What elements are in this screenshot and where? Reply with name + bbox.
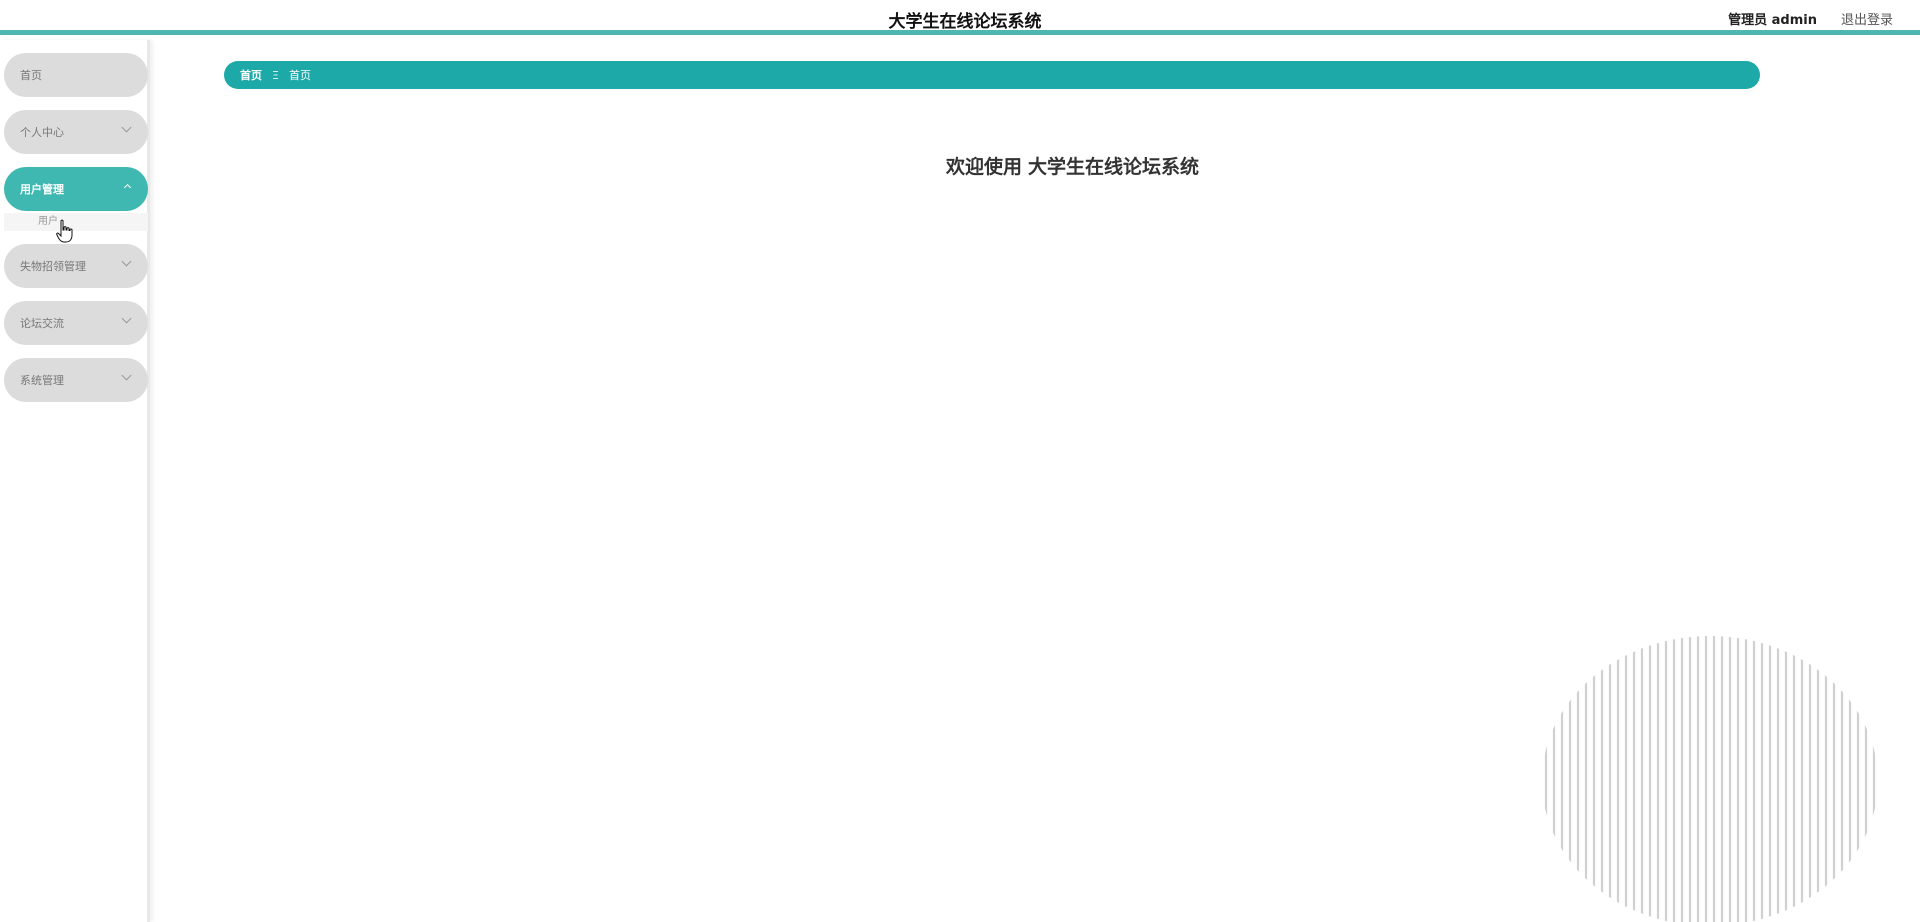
sidebar-item-lost-found[interactable]: 失物招领管理: [4, 244, 148, 288]
chevron-down-icon: [121, 256, 132, 267]
welcome-message: 欢迎使用 大学生在线论坛系统: [150, 152, 1920, 179]
breadcrumb-current: 首页: [288, 69, 311, 82]
hand-pointer-icon: [56, 219, 73, 243]
submenu-item-label: 用户: [38, 216, 58, 227]
header-actions: 管理员 admin 退出登录: [1728, 9, 1893, 28]
decorative-striped-circle: [1544, 636, 1876, 922]
breadcrumb: 首页 Ξ 首页: [224, 61, 1760, 89]
sidebar: 首页 个人中心 用户管理 用户 失物招领管理 论坛交流 系统管理: [0, 40, 150, 922]
breadcrumb-separator-icon: Ξ: [272, 68, 279, 82]
sidebar-item-user-management[interactable]: 用户管理: [4, 167, 148, 211]
top-header: 大学生在线论坛系统 管理员 admin 退出登录: [0, 0, 1920, 35]
chevron-down-icon: [121, 122, 132, 133]
sidebar-item-system[interactable]: 系统管理: [4, 358, 148, 402]
sidebar-item-home[interactable]: 首页: [4, 53, 148, 97]
admin-label: 管理员 admin: [1728, 13, 1817, 28]
logout-link[interactable]: 退出登录: [1841, 9, 1893, 28]
welcome-prefix: 欢迎使用: [945, 156, 1022, 178]
welcome-system-name: 大学生在线论坛系统: [1028, 156, 1200, 178]
sidebar-item-label: 论坛交流: [20, 317, 64, 330]
chevron-up-icon: [123, 183, 132, 192]
sidebar-item-forum[interactable]: 论坛交流: [4, 301, 148, 345]
sidebar-item-label: 系统管理: [20, 374, 64, 387]
app-title: 大学生在线论坛系统: [888, 12, 1042, 32]
breadcrumb-home[interactable]: 首页: [240, 67, 262, 83]
sidebar-item-label: 失物招领管理: [20, 260, 86, 273]
sidebar-item-label: 个人中心: [20, 126, 64, 139]
sidebar-item-label: 首页: [20, 69, 42, 82]
chevron-down-icon: [121, 313, 132, 324]
chevron-down-icon: [121, 370, 132, 381]
sidebar-item-personal-center[interactable]: 个人中心: [4, 110, 148, 154]
submenu-item-user[interactable]: 用户: [4, 213, 148, 231]
sidebar-item-label: 用户管理: [20, 183, 64, 196]
